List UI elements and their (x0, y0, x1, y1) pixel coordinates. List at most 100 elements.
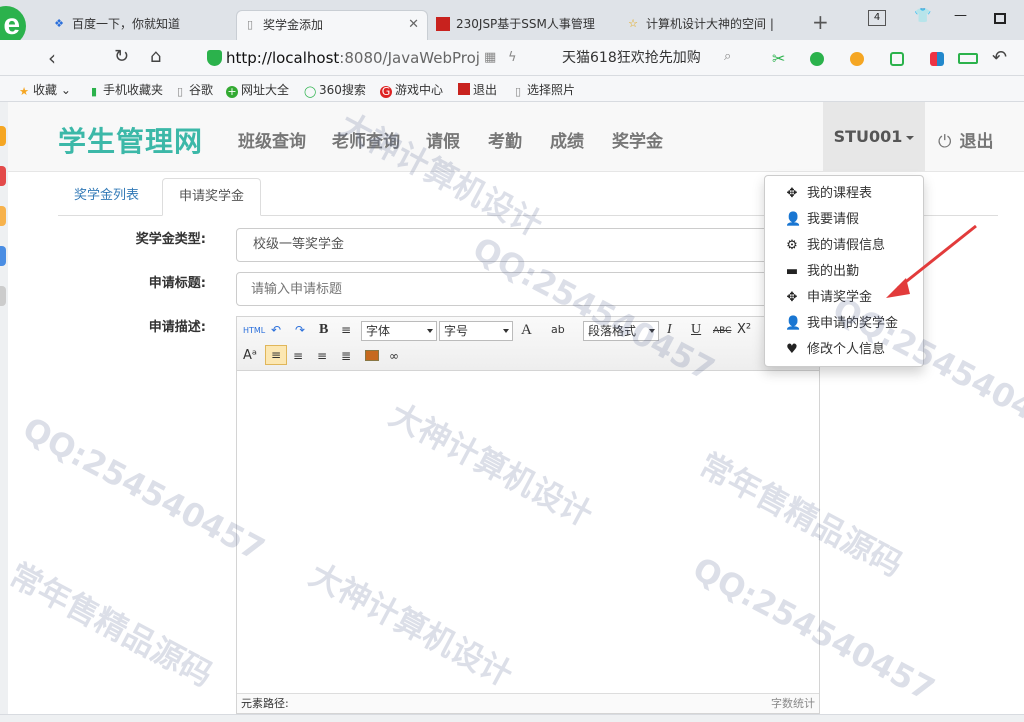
new-tab-button[interactable]: + (812, 10, 829, 34)
nav-grades[interactable]: 成绩 (550, 127, 584, 152)
shirt-icon[interactable]: 👕 (914, 8, 931, 24)
clear-format-icon[interactable]: Aᵃ (243, 347, 257, 365)
font-size-select[interactable]: 字号 (439, 321, 513, 341)
browser-tab-strip: e ❖ 百度一下，你就知道 ▯ 奖学金添加 ✕ 230JSP基于SSM人事管理 … (0, 0, 1024, 46)
menu-item-label: 我要请假 (807, 212, 860, 227)
bookmark-exit[interactable]: 退出 (458, 81, 497, 98)
power-icon: ⏻ (938, 132, 952, 152)
maximize-icon[interactable] (994, 13, 1006, 24)
close-icon[interactable]: ✕ (408, 11, 419, 39)
url-host: http://localhost (226, 49, 340, 67)
editor-statusbar: 元素路径: 字数统计 (237, 693, 819, 713)
highlight-icon[interactable]: ab (551, 321, 565, 339)
bold-icon[interactable]: B (319, 321, 328, 339)
side-tool-icon[interactable] (0, 246, 6, 266)
menu-item-label: 我的课程表 (807, 186, 873, 201)
move-icon: ✥ (786, 290, 798, 305)
page-icon: ▯ (176, 85, 184, 98)
tab-apply-scholarship[interactable]: 申请奖学金 (162, 178, 262, 216)
screenshot-icon[interactable] (890, 52, 904, 66)
menu-item-my-scholarships[interactable]: 👤 我申请的奖学金 (765, 311, 923, 337)
format-clear-icon[interactable]: ≡ (341, 321, 351, 339)
bookmark-360search[interactable]: ◯ 360搜索 (304, 81, 366, 98)
bookmark-label: 手机收藏夹 (103, 83, 164, 97)
watermark-text: QQ:254540457 (16, 409, 271, 569)
title-input[interactable] (236, 272, 820, 306)
browser-tab-ssm[interactable]: 230JSP基于SSM人事管理 (430, 10, 612, 40)
battery-icon[interactable] (958, 53, 978, 64)
link-icon[interactable]: ∞ (389, 347, 399, 365)
align-right-icon[interactable]: ≡ (317, 347, 327, 365)
exit-icon (458, 83, 470, 95)
browser-tab-space[interactable]: ☆ 计算机设计大神的空间 | (620, 10, 806, 40)
image-icon[interactable] (365, 350, 379, 361)
translate-icon[interactable] (810, 52, 824, 66)
chevron-down-icon (427, 329, 433, 333)
star-icon: ★ (19, 85, 29, 98)
align-left-icon[interactable]: ≡ (265, 345, 287, 365)
strikethrough-icon[interactable]: ABC (713, 322, 731, 340)
menu-item-label: 我的请假信息 (807, 238, 886, 253)
bookmark-mobile[interactable]: ▮ 手机收藏夹 (88, 81, 163, 98)
menu-item-my-schedule[interactable]: ✥ 我的课程表 (765, 181, 923, 207)
side-tool-icon[interactable] (0, 206, 6, 226)
browser-tab-baidu[interactable]: ❖ 百度一下，你就知道 (46, 10, 234, 40)
italic-icon[interactable]: I (667, 321, 672, 339)
align-center-icon[interactable]: ≡ (293, 347, 303, 365)
paragraph-format-select[interactable]: 段落格式 (583, 321, 659, 341)
app-navbar: 学生管理网 班级查询 老师查询 请假 考勤 成绩 奖学金 STU001 ⏻ 退出 (8, 102, 1024, 172)
phone-icon: ▮ (90, 85, 98, 98)
tab-scholarship-list[interactable]: 奖学金列表 (58, 178, 155, 216)
title-label: 申请标题: (148, 276, 206, 291)
refresh-icon[interactable]: ↻ (114, 46, 129, 67)
underline-icon[interactable]: U (691, 321, 701, 339)
side-tool-icon[interactable] (0, 286, 6, 306)
menu-item-edit-profile[interactable]: ♥ 修改个人信息 (765, 337, 923, 363)
search-input[interactable]: 天猫618狂欢抢先加购 (562, 46, 742, 70)
undo-icon[interactable]: ↶ (271, 321, 281, 339)
apps-icon[interactable] (930, 52, 944, 66)
url-rest: :8080/JavaWebProj (339, 49, 480, 67)
bookmark-photos[interactable]: ▯ 选择照片 (512, 81, 575, 98)
font-family-select[interactable]: 字体 (361, 321, 437, 341)
brand-logo[interactable]: 学生管理网 (58, 120, 203, 160)
editor-toolbar: HTML ↶ ↷ B ≡ 字体 字号 A ab 段落格式 I U ABC X² … (237, 317, 819, 371)
caret-down-icon (906, 135, 915, 140)
side-tool-icon[interactable] (0, 126, 6, 146)
logout-button[interactable]: ⏻ 退出 (938, 127, 993, 152)
tab-title: 百度一下，你就知道 (72, 17, 181, 31)
game-icon: G (380, 85, 392, 98)
browser-tab-scholarship-add[interactable]: ▯ 奖学金添加 ✕ (236, 10, 428, 40)
bookmark-games[interactable]: G 游戏中心 (380, 81, 443, 98)
nav-scholarship[interactable]: 奖学金 (612, 127, 663, 152)
scissors-icon[interactable]: ✂ (772, 51, 786, 67)
side-tool-icon[interactable] (0, 166, 6, 186)
nav-attendance[interactable]: 考勤 (488, 127, 522, 152)
url-input[interactable]: http://localhost:8080/JavaWebProj (226, 46, 554, 70)
nav-class-query[interactable]: 班级查询 (238, 127, 306, 152)
bookmark-favorites[interactable]: ★ 收藏 ⌄ (18, 81, 71, 98)
nav-leave[interactable]: 请假 (426, 127, 460, 152)
redo-icon[interactable]: ↷ (295, 321, 305, 339)
scholarship-type-select[interactable]: 校级一等奖学金 (236, 228, 820, 262)
coin-icon[interactable] (850, 52, 864, 66)
lightning-icon[interactable]: ϟ (508, 50, 517, 65)
align-justify-icon[interactable]: ≣ (341, 347, 351, 365)
nav-teacher-query[interactable]: 老师查询 (332, 127, 400, 152)
font-color-icon[interactable]: A (521, 321, 532, 339)
minimize-icon[interactable]: — (954, 8, 967, 23)
bookmark-google[interactable]: ▯ 谷歌 (174, 81, 213, 98)
tab-count-icon[interactable]: 4 (868, 10, 886, 26)
home-icon[interactable]: ⌂ (150, 46, 161, 67)
user-dropdown-button[interactable]: STU001 (823, 102, 925, 172)
search-icon: ◯ (304, 85, 317, 98)
superscript-icon[interactable]: X² (737, 321, 751, 339)
search-icon[interactable]: ⌕ (724, 49, 731, 64)
undo-icon[interactable]: ↶ (992, 47, 1007, 68)
red-square-icon (436, 17, 450, 31)
html-source-icon[interactable]: HTML (243, 322, 265, 340)
rich-text-editor[interactable]: HTML ↶ ↷ B ≡ 字体 字号 A ab 段落格式 I U ABC X² … (236, 316, 820, 714)
bookmark-sites[interactable]: + 网址大全 (226, 81, 289, 98)
back-icon[interactable]: ‹ (48, 46, 56, 70)
qr-icon[interactable]: ▦ (484, 50, 496, 65)
